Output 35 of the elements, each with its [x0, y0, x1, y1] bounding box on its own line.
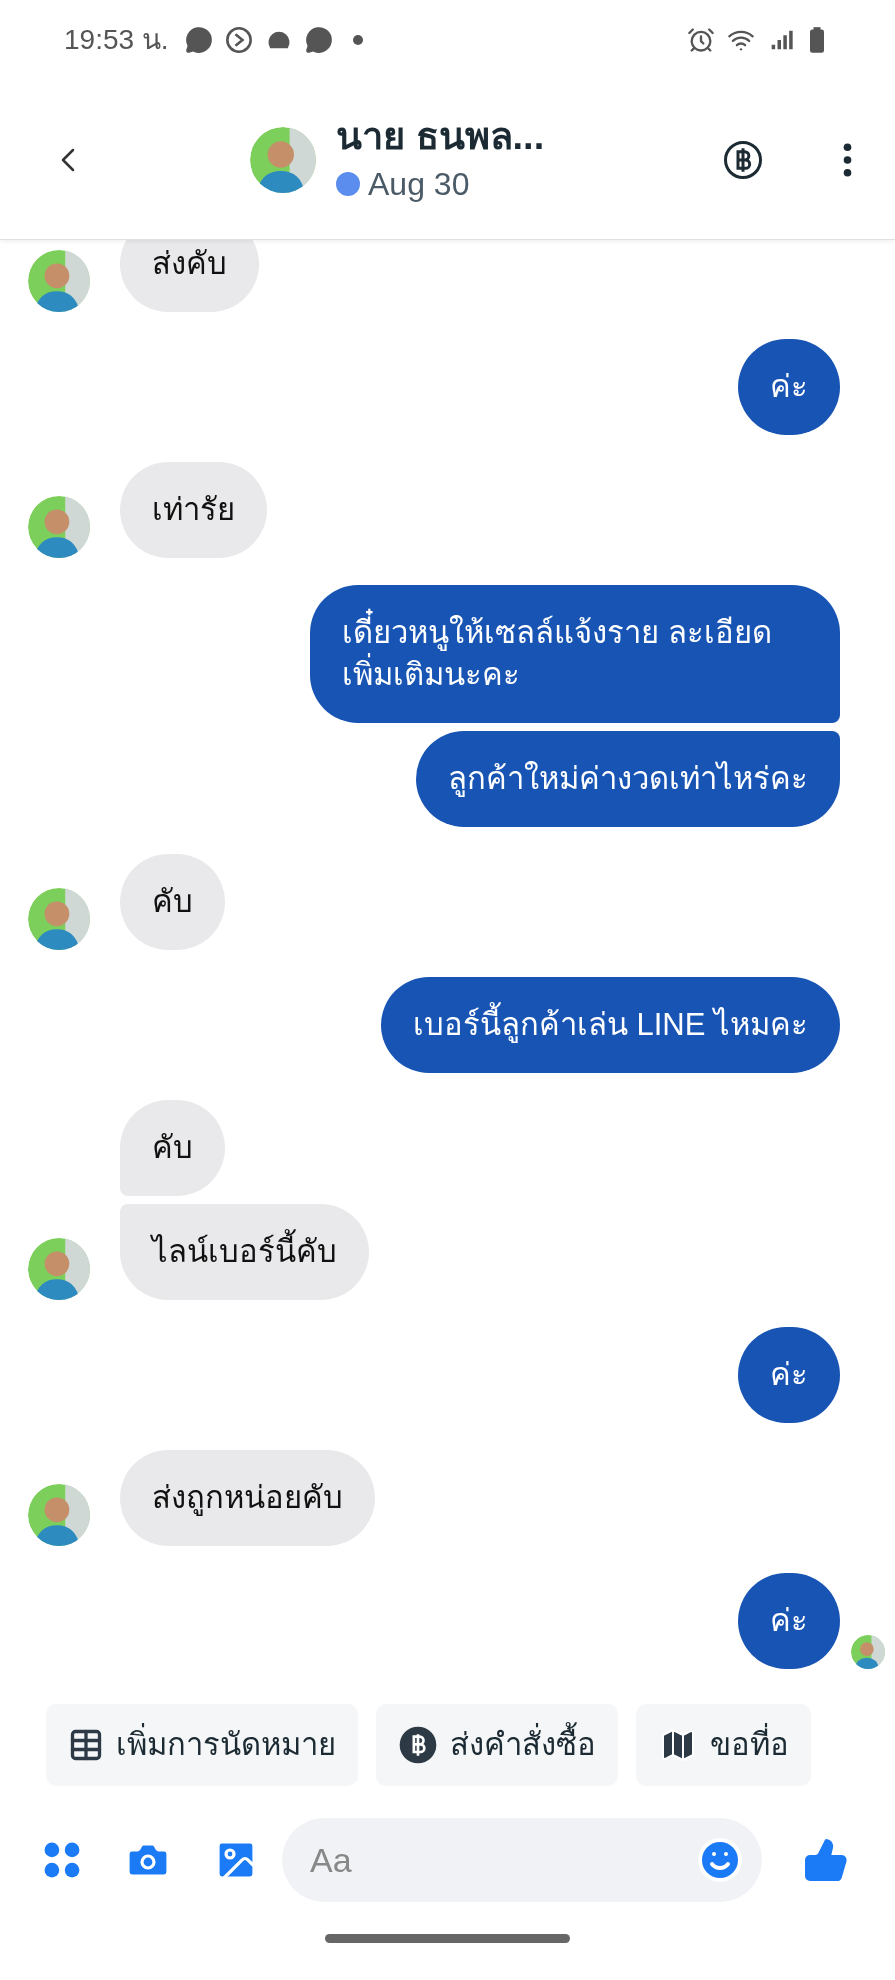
avatar	[28, 1238, 90, 1300]
received-message: คับ	[120, 1100, 225, 1196]
quick-reply-chip[interactable]: ขอที่อ	[636, 1704, 811, 1786]
avatar	[28, 496, 90, 558]
quick-reply-chip[interactable]: ส่งคำสั่งซื้อ	[376, 1704, 618, 1786]
avatar	[28, 888, 90, 950]
sent-message: ค่ะ	[738, 1573, 840, 1669]
avatar	[28, 1484, 90, 1546]
received-message: คับ	[120, 854, 225, 950]
received-message: เท่ารัย	[120, 462, 267, 558]
status-time: 19:53 น.	[64, 23, 169, 57]
avatar	[28, 250, 90, 312]
sent-message: ลูกค้าใหม่ค่างวดเท่าไหร่คะ	[416, 731, 840, 827]
play-icon	[224, 26, 253, 54]
sent-message: ค่ะ	[738, 339, 840, 435]
sent-message: ค่ะ	[738, 1327, 840, 1423]
alarm-icon	[687, 26, 715, 54]
baht-icon	[398, 1725, 438, 1765]
last-active: Aug 30	[368, 164, 470, 204]
chat-icon	[184, 26, 213, 54]
received-message: ส่งคับ	[120, 240, 259, 312]
avatar	[250, 126, 316, 193]
chat-icon	[304, 26, 333, 54]
received-message: ไลน์เบอร์นี้คับ	[120, 1204, 369, 1300]
sent-message: เดี๋ยวหนูให้เซลล์แจ้งราย ละเอียดเพิ่มเติมนะคะ	[310, 585, 840, 723]
quick-reply-chip[interactable]: เพิ่มการนัดหมาย	[46, 1704, 358, 1786]
received-message: ส่งถูกหน่อยคับ	[120, 1450, 375, 1546]
like-icon[interactable]	[802, 1836, 850, 1884]
sent-message: เบอร์นี้ลูกค้าเล่น LINE ไหมคะ	[380, 977, 840, 1073]
menu-icon	[842, 142, 852, 177]
avatar	[851, 1635, 885, 1669]
message-input[interactable]: Aa	[282, 1818, 762, 1902]
calendar-icon	[68, 1727, 104, 1763]
contact-name: นาย ธนพล...	[336, 113, 545, 159]
baht-icon	[723, 139, 763, 180]
